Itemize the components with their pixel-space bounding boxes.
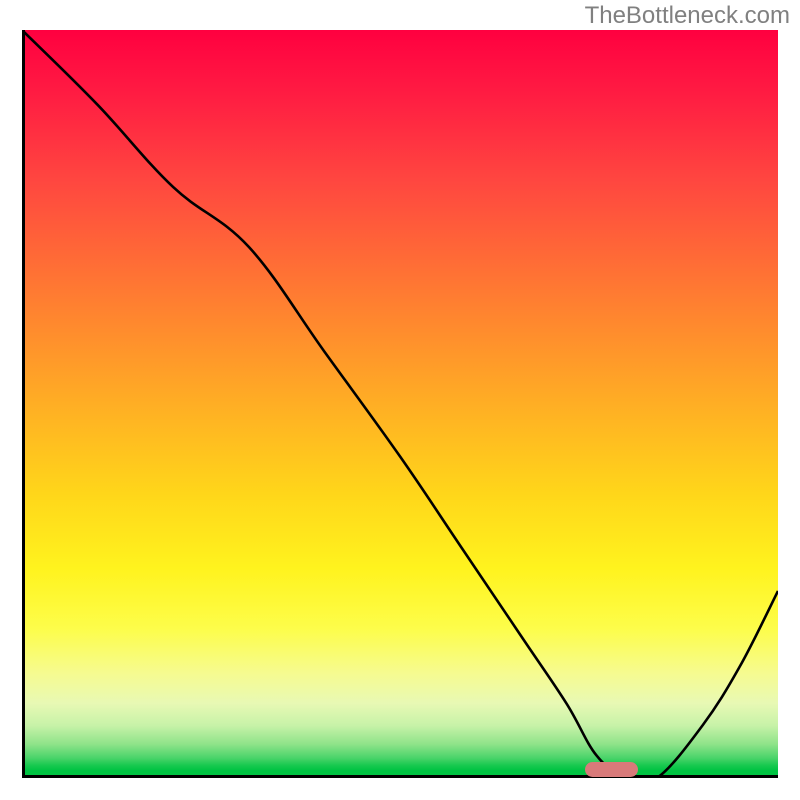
plot-area [22, 30, 778, 778]
curve-layer [22, 30, 778, 778]
watermark-text: TheBottleneck.com [585, 2, 790, 30]
bottleneck-curve [22, 30, 778, 778]
optimum-marker [585, 762, 638, 777]
chart-stage: TheBottleneck.com [0, 0, 800, 800]
